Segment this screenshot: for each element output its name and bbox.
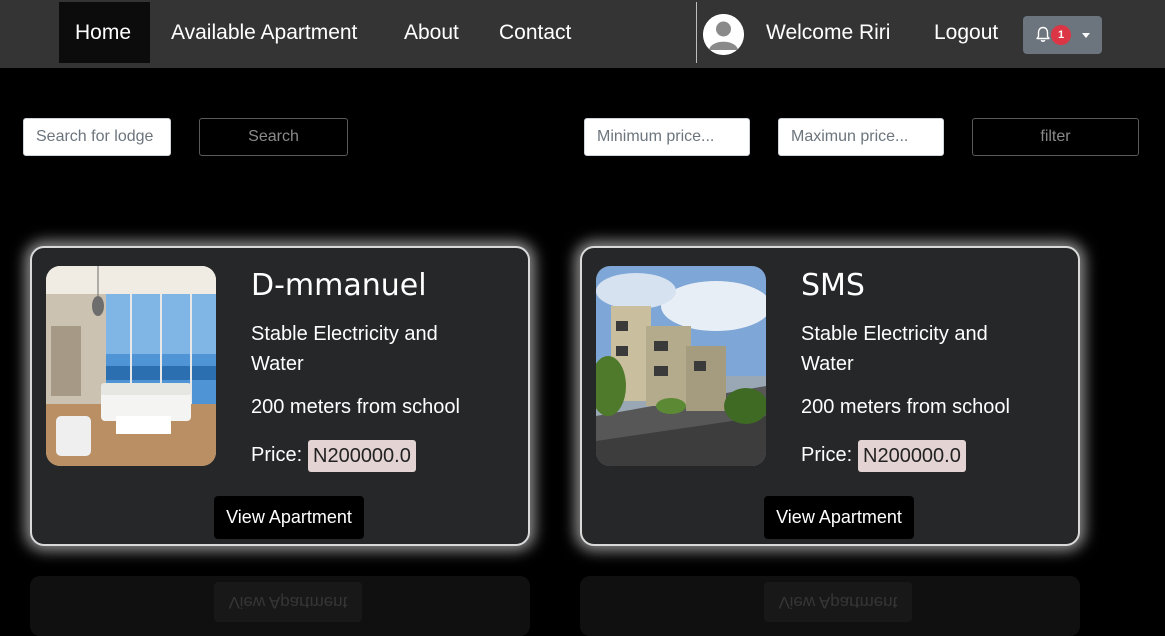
price-tag: N200000.0	[858, 440, 966, 472]
nav-home[interactable]: Home	[59, 2, 150, 63]
apartment-name: D-mmanuel	[251, 268, 427, 303]
logout-link[interactable]: Logout	[934, 2, 998, 63]
nav-available-apartment[interactable]: Available Apartment	[155, 2, 373, 63]
nav-about[interactable]: About	[388, 2, 475, 63]
apartment-feature: Stable Electricity and Water	[801, 323, 988, 375]
user-avatar-icon[interactable]	[703, 14, 744, 55]
price-label: Price:	[801, 444, 853, 466]
search-button[interactable]: Search	[199, 118, 348, 156]
apartment-distance: 200 meters from school	[801, 396, 1010, 418]
apartment-feature: Stable Electricity and Water	[251, 323, 438, 375]
filter-button[interactable]: filter	[972, 118, 1139, 156]
min-price-input[interactable]	[584, 118, 750, 156]
view-apartment-button[interactable]: View Apartment	[764, 496, 914, 539]
lodge-search-input[interactable]	[23, 118, 171, 156]
card-reflection: View Apartment	[580, 576, 1080, 636]
reflected-view-button: View Apartment	[764, 582, 912, 622]
top-navbar: Home Available Apartment About Contact W…	[0, 0, 1165, 68]
apartment-card: D-mmanuel Stable Electricity and Water 2…	[30, 246, 530, 546]
max-price-input[interactable]	[778, 118, 944, 156]
nav-contact[interactable]: Contact	[483, 2, 587, 63]
notification-count-badge: 1	[1051, 25, 1071, 45]
card-reflection: View Apartment	[30, 576, 530, 636]
bell-icon	[1036, 26, 1050, 42]
price-label: Price:	[251, 444, 303, 466]
view-apartment-button[interactable]: View Apartment	[214, 496, 364, 539]
apartment-card: SMS Stable Electricity and Water 200 met…	[580, 246, 1080, 546]
apartment-name: SMS	[801, 268, 865, 303]
reflected-view-button: View Apartment	[214, 582, 362, 622]
price-tag: N200000.0	[308, 440, 416, 472]
welcome-text: Welcome Riri	[766, 21, 891, 44]
nav-divider	[696, 2, 697, 63]
apartment-distance: 200 meters from school	[251, 396, 460, 418]
apartment-building-photo	[596, 266, 766, 466]
apartment-interior-photo	[46, 266, 216, 466]
notifications-dropdown-button[interactable]: 1	[1023, 16, 1102, 54]
chevron-down-icon	[1082, 33, 1090, 38]
